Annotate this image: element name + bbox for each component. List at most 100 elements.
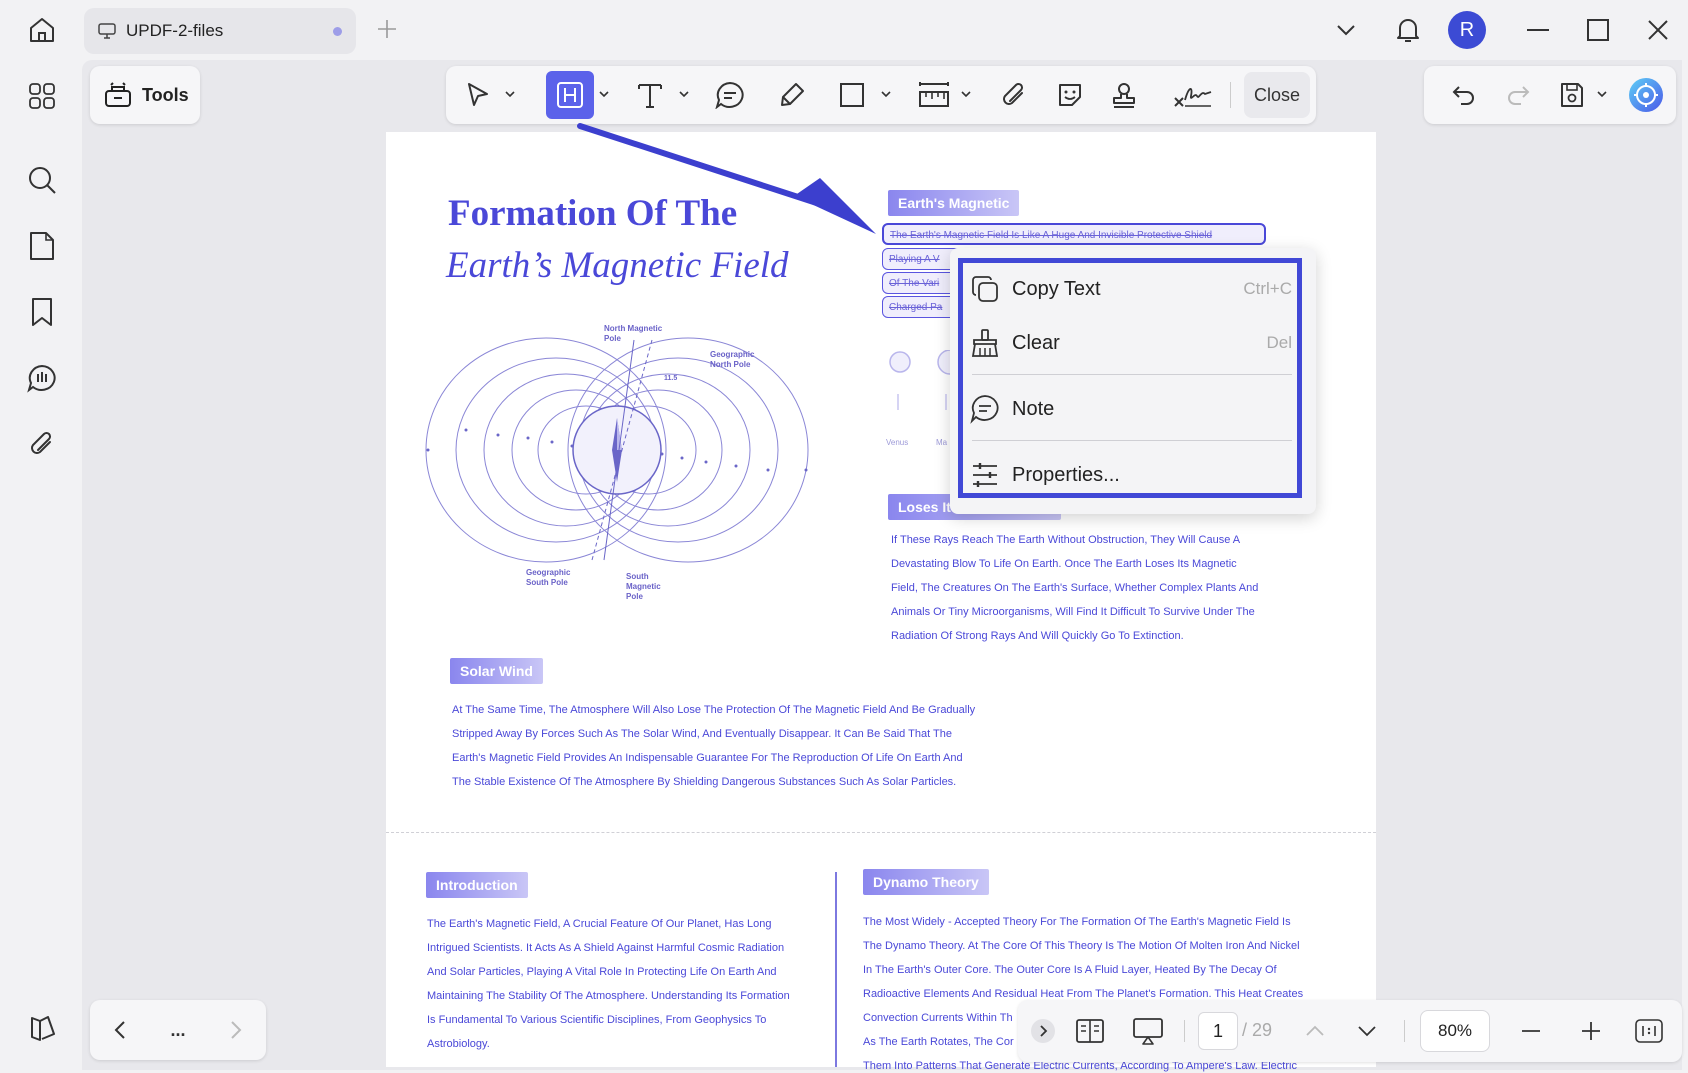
menu-item-shortcut: Ctrl+C xyxy=(1243,279,1292,298)
notifications-button[interactable] xyxy=(1390,12,1426,48)
sidebar-thumbnails-button[interactable] xyxy=(22,226,62,266)
comments-icon xyxy=(27,364,56,393)
file-tab-title: UPDF-2-files xyxy=(126,21,224,40)
menu-separator xyxy=(972,374,1292,375)
label-venus: Venus xyxy=(886,438,909,447)
redo-button[interactable] xyxy=(1500,75,1536,115)
minimize-icon xyxy=(1527,29,1549,31)
tab-list-dropdown[interactable] xyxy=(1330,14,1362,46)
chevron-left-icon xyxy=(114,1021,125,1039)
save-button[interactable] xyxy=(1554,75,1590,115)
previous-button[interactable] xyxy=(104,1010,136,1050)
label-geographic-south-pole: Geographic South Pole xyxy=(526,568,571,587)
zoom-out-button[interactable] xyxy=(1514,1012,1548,1050)
home-button[interactable] xyxy=(18,10,66,50)
user-avatar[interactable]: R xyxy=(1448,11,1486,49)
next-button[interactable] xyxy=(220,1010,252,1050)
highlight-text-3: Of The Vari xyxy=(889,278,940,289)
actual-size-button[interactable] xyxy=(1632,1012,1666,1050)
measure-tool-button[interactable] xyxy=(914,75,954,115)
zoom-level[interactable]: 80% xyxy=(1420,1010,1490,1052)
document-tab-icon xyxy=(98,23,116,39)
section-tag-magnetic: Earth's Magnetic xyxy=(888,190,1020,216)
ruler-icon xyxy=(919,82,949,107)
undo-icon xyxy=(1452,86,1474,105)
close-window-button[interactable] xyxy=(1638,12,1678,48)
minus-icon xyxy=(1522,1030,1540,1032)
page-icon xyxy=(30,232,54,260)
signature-tool-button[interactable] xyxy=(1172,75,1214,115)
page-number-input[interactable]: 1 xyxy=(1198,1012,1238,1050)
sidebar-bookmarks-button[interactable] xyxy=(22,292,62,332)
text-line: Is Fundamental To Various Scientific Dis… xyxy=(427,1014,767,1026)
chevron-right-circle-icon xyxy=(1031,1019,1055,1043)
text-tool-button[interactable] xyxy=(632,75,668,115)
previous-page-button[interactable] xyxy=(1300,1012,1330,1050)
more-button[interactable]: ... xyxy=(162,1010,194,1050)
tools-label: Tools xyxy=(142,84,189,105)
ai-assistant-button[interactable] xyxy=(1626,75,1666,115)
sidebar-theme-button[interactable] xyxy=(22,1008,62,1048)
pen-tool-button[interactable] xyxy=(774,75,810,115)
sticker-tool-button[interactable] xyxy=(1052,75,1088,115)
label-tilt-angle: 11.5 xyxy=(664,375,678,382)
sidebar-comments-button[interactable] xyxy=(22,358,62,398)
solar-paragraph: At The Same Time, The Atmosphere Will Al… xyxy=(452,698,1052,794)
tools-button[interactable]: Tools xyxy=(90,66,200,124)
sticker-icon xyxy=(1059,84,1081,106)
menu-item-clear[interactable]: Clear Del xyxy=(970,323,1292,363)
text-line: Astrobiology. xyxy=(427,1038,490,1050)
save-chevron-icon[interactable] xyxy=(1596,88,1608,100)
attachment-tool-button[interactable] xyxy=(996,75,1032,115)
presentation-button[interactable] xyxy=(1128,1012,1168,1050)
menu-item-label: Note xyxy=(1012,397,1055,420)
maximize-icon xyxy=(1587,19,1609,41)
menu-item-label: Properties... xyxy=(1012,463,1120,486)
highlight-icon xyxy=(557,82,583,108)
measure-tool-chevron-icon[interactable] xyxy=(960,88,972,100)
sidebar-attachments-button[interactable] xyxy=(22,424,62,464)
bar-divider xyxy=(1404,1020,1405,1042)
text-line: If These Rays Reach The Earth Without Ob… xyxy=(891,534,1241,546)
maximize-button[interactable] xyxy=(1578,12,1618,48)
chevron-up-icon xyxy=(1306,1025,1324,1036)
collapse-bar-button[interactable] xyxy=(1028,1012,1058,1050)
close-tool-button[interactable]: Close xyxy=(1244,72,1310,118)
sidebar-search-button[interactable] xyxy=(22,160,62,200)
next-page-button[interactable] xyxy=(1352,1012,1382,1050)
highlight-tool-chevron-icon[interactable] xyxy=(598,88,610,100)
page-layout-button[interactable] xyxy=(1070,1012,1110,1050)
comment-tool-button[interactable] xyxy=(712,75,748,115)
menu-item-label: Clear xyxy=(1012,331,1060,354)
shape-tool-button[interactable] xyxy=(834,75,870,115)
broom-icon xyxy=(971,329,999,357)
page-total: / 29 xyxy=(1242,1020,1273,1040)
home-icon xyxy=(30,18,54,42)
section-tag-solar-wind: Solar Wind xyxy=(450,658,543,684)
panel-toggle-icon xyxy=(31,1016,55,1041)
annotation-toolbar: Close xyxy=(446,66,1316,124)
select-tool-button[interactable] xyxy=(460,75,496,115)
highlight-annotation-1[interactable]: The Earth's Magnetic Field Is Like A Hug… xyxy=(882,223,1266,245)
text-tool-chevron-icon[interactable] xyxy=(678,88,690,100)
zoom-in-button[interactable] xyxy=(1574,1012,1608,1050)
undo-button[interactable] xyxy=(1446,75,1482,115)
text-line: The Most Widely - Accepted Theory For Th… xyxy=(863,916,1291,928)
actual-size-icon xyxy=(1635,1019,1663,1043)
unsaved-dot xyxy=(333,26,342,36)
label-north-magnetic-pole: North Magnetic Pole xyxy=(604,324,663,343)
select-tool-chevron-icon[interactable] xyxy=(504,88,516,100)
menu-item-note[interactable]: Note xyxy=(970,389,1292,429)
page-nav-box: ... xyxy=(90,1000,266,1060)
file-tab[interactable]: UPDF-2-files xyxy=(84,8,356,54)
menu-item-properties[interactable]: Properties... xyxy=(970,455,1292,495)
minimize-button[interactable] xyxy=(1518,12,1558,48)
menu-item-copy-text[interactable]: Copy Text Ctrl+C xyxy=(970,269,1292,309)
highlight-tool-button[interactable] xyxy=(546,71,594,119)
shape-tool-chevron-icon[interactable] xyxy=(880,88,892,100)
sidebar-apps-button[interactable] xyxy=(22,76,62,116)
new-tab-button[interactable] xyxy=(372,14,402,44)
text-line: Maintaining The Stability Of The Atmosph… xyxy=(427,990,790,1002)
stamp-tool-button[interactable] xyxy=(1106,75,1142,115)
page-break xyxy=(386,832,1376,833)
